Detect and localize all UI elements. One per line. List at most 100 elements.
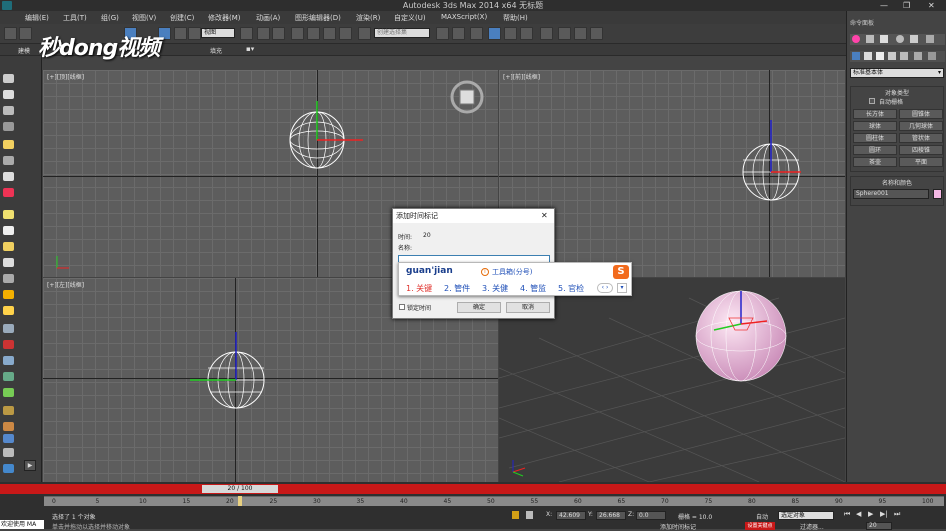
cameras-icon[interactable] (888, 52, 896, 60)
create-cylinder-icon[interactable] (3, 106, 14, 115)
prev-frame-icon[interactable]: ◀ (856, 510, 861, 518)
sphere-wireframe[interactable] (188, 326, 278, 416)
viewcube-icon[interactable] (449, 79, 485, 115)
create-sun-icon[interactable] (3, 290, 14, 299)
plane-button[interactable]: 平面 (899, 157, 943, 167)
scale-icon[interactable] (188, 27, 201, 40)
teapot-button[interactable]: 茶壶 (853, 157, 897, 167)
tab-create-icon[interactable] (852, 35, 860, 43)
create-box-icon[interactable] (3, 74, 14, 83)
utilities-icon[interactable] (3, 388, 14, 397)
create-cone-icon[interactable] (3, 274, 14, 283)
percent-snap-icon[interactable] (323, 27, 336, 40)
menu-edit[interactable]: 编辑(E) (25, 13, 49, 23)
autogrid-checkbox[interactable] (869, 98, 875, 104)
geometry-icon[interactable] (852, 52, 860, 60)
modify-icon[interactable] (3, 324, 14, 333)
undo-icon[interactable] (4, 27, 17, 40)
box-button[interactable]: 长方体 (853, 109, 897, 119)
maximize-icon[interactable]: ❐ (903, 0, 910, 11)
keyboard-shortcut-icon[interactable] (272, 27, 285, 40)
ribbon-tab-modeling[interactable]: 建模 (18, 46, 30, 55)
page-nav-icon[interactable]: ‹ › (597, 283, 613, 293)
minimize-icon[interactable]: — (880, 0, 888, 11)
auto-key-label[interactable]: 自动 (756, 512, 768, 521)
category-dropdown[interactable]: 标准基本体 ▾ (850, 68, 944, 78)
close-icon[interactable]: ✕ (928, 0, 935, 11)
align-icon[interactable] (452, 27, 465, 40)
menu-rendering[interactable]: 渲染(R) (356, 13, 380, 23)
schematic-view-icon[interactable] (520, 27, 533, 40)
scene-explorer-icon[interactable] (3, 464, 14, 473)
z-field[interactable]: 0.0 (636, 511, 666, 520)
motion-icon[interactable] (3, 356, 14, 365)
cone-button[interactable]: 圆锥体 (899, 109, 943, 119)
tube-button[interactable]: 管状体 (899, 133, 943, 143)
create-disc-icon[interactable] (3, 306, 14, 315)
angle-snap-icon[interactable] (307, 27, 320, 40)
create-pyramid-icon[interactable] (3, 258, 14, 267)
y-field[interactable]: 26.668 (596, 511, 626, 520)
menu-maxscript[interactable]: MAXScript(X) (441, 13, 487, 21)
mirror-icon[interactable] (436, 27, 449, 40)
sphere-button[interactable]: 球体 (853, 121, 897, 131)
cylinder-button[interactable]: 圆柱体 (853, 133, 897, 143)
lights-icon[interactable] (876, 52, 884, 60)
time-slider-track[interactable] (0, 484, 946, 494)
ribbon-options-icon[interactable]: ▪▾ (246, 45, 254, 53)
ime-candidate[interactable]: 5. 官检 (558, 283, 584, 294)
ime-toolbox-hint[interactable]: 工具箱(分号) (492, 267, 532, 277)
maxscript-listener[interactable]: 欢迎使用 MA (0, 520, 44, 529)
ime-candidate[interactable]: 3. 关健 (482, 283, 508, 294)
key-filters-button[interactable]: 过滤器... (800, 522, 824, 531)
sphere-wireframe[interactable] (283, 95, 373, 170)
graphite-tools-icon[interactable] (488, 27, 501, 40)
layer-manager-icon[interactable] (470, 27, 483, 40)
create-teapot-icon[interactable] (3, 242, 14, 251)
create-torus-icon[interactable] (3, 122, 14, 131)
pyramid-button[interactable]: 四棱锥 (899, 145, 943, 155)
display-icon[interactable] (3, 372, 14, 381)
go-to-start-icon[interactable]: ⏮ (844, 510, 850, 519)
create-plane-icon[interactable] (3, 210, 14, 219)
selected-dropdown[interactable]: 选定对象 (778, 511, 834, 520)
geosphere-button[interactable]: 几何球体 (899, 121, 943, 131)
sphere-wireframe[interactable] (731, 110, 841, 205)
render-setup-icon[interactable] (558, 27, 571, 40)
tab-display-icon[interactable] (910, 35, 918, 43)
sphere-shaded[interactable] (689, 286, 799, 386)
object-color-swatch[interactable] (933, 189, 942, 199)
object-name-field[interactable]: Sphere001 (853, 189, 929, 199)
shapes-icon[interactable] (864, 52, 872, 60)
close-icon[interactable]: ✕ (541, 211, 548, 220)
expand-arrow-icon[interactable]: ▶ (24, 460, 36, 471)
create-sphere-icon[interactable] (3, 90, 14, 99)
menu-animation[interactable]: 动画(A) (256, 13, 280, 23)
menu-group[interactable]: 组(G) (101, 13, 119, 23)
render-production-icon[interactable] (590, 27, 603, 40)
rotate-icon[interactable] (174, 27, 187, 40)
create-camera-icon[interactable] (3, 172, 14, 181)
select-object-icon[interactable] (158, 27, 171, 40)
create-helper-icon[interactable] (3, 156, 14, 165)
create-geo-icon[interactable] (3, 226, 14, 235)
hierarchy-icon[interactable] (3, 340, 14, 349)
create-light-icon[interactable] (3, 140, 14, 149)
add-time-tag-button[interactable]: 添加时间标记 (660, 522, 696, 531)
paint-icon[interactable] (3, 406, 14, 415)
material-editor-icon[interactable] (540, 27, 553, 40)
menu-views[interactable]: 视图(V) (132, 13, 156, 23)
sogou-logo-icon[interactable]: S (613, 265, 629, 279)
info-icon[interactable]: i (481, 268, 489, 276)
tab-modify-icon[interactable] (866, 35, 874, 43)
snap-toggle-icon[interactable] (291, 27, 304, 40)
reference-coord-dropdown[interactable]: 视图 (201, 28, 235, 38)
time-slider-thumb[interactable]: 20 / 100 (202, 485, 278, 493)
rollout-header[interactable]: 名称和颜色 (851, 178, 943, 187)
next-frame-icon[interactable]: ▶| (880, 510, 888, 518)
menu-modifiers[interactable]: 修改器(M) (208, 13, 241, 23)
menu-create[interactable]: 创建(C) (170, 13, 194, 23)
viewport-label[interactable]: [+][顶][线框] (47, 72, 84, 81)
systems-icon[interactable] (928, 52, 936, 60)
globe-icon[interactable] (3, 434, 14, 443)
